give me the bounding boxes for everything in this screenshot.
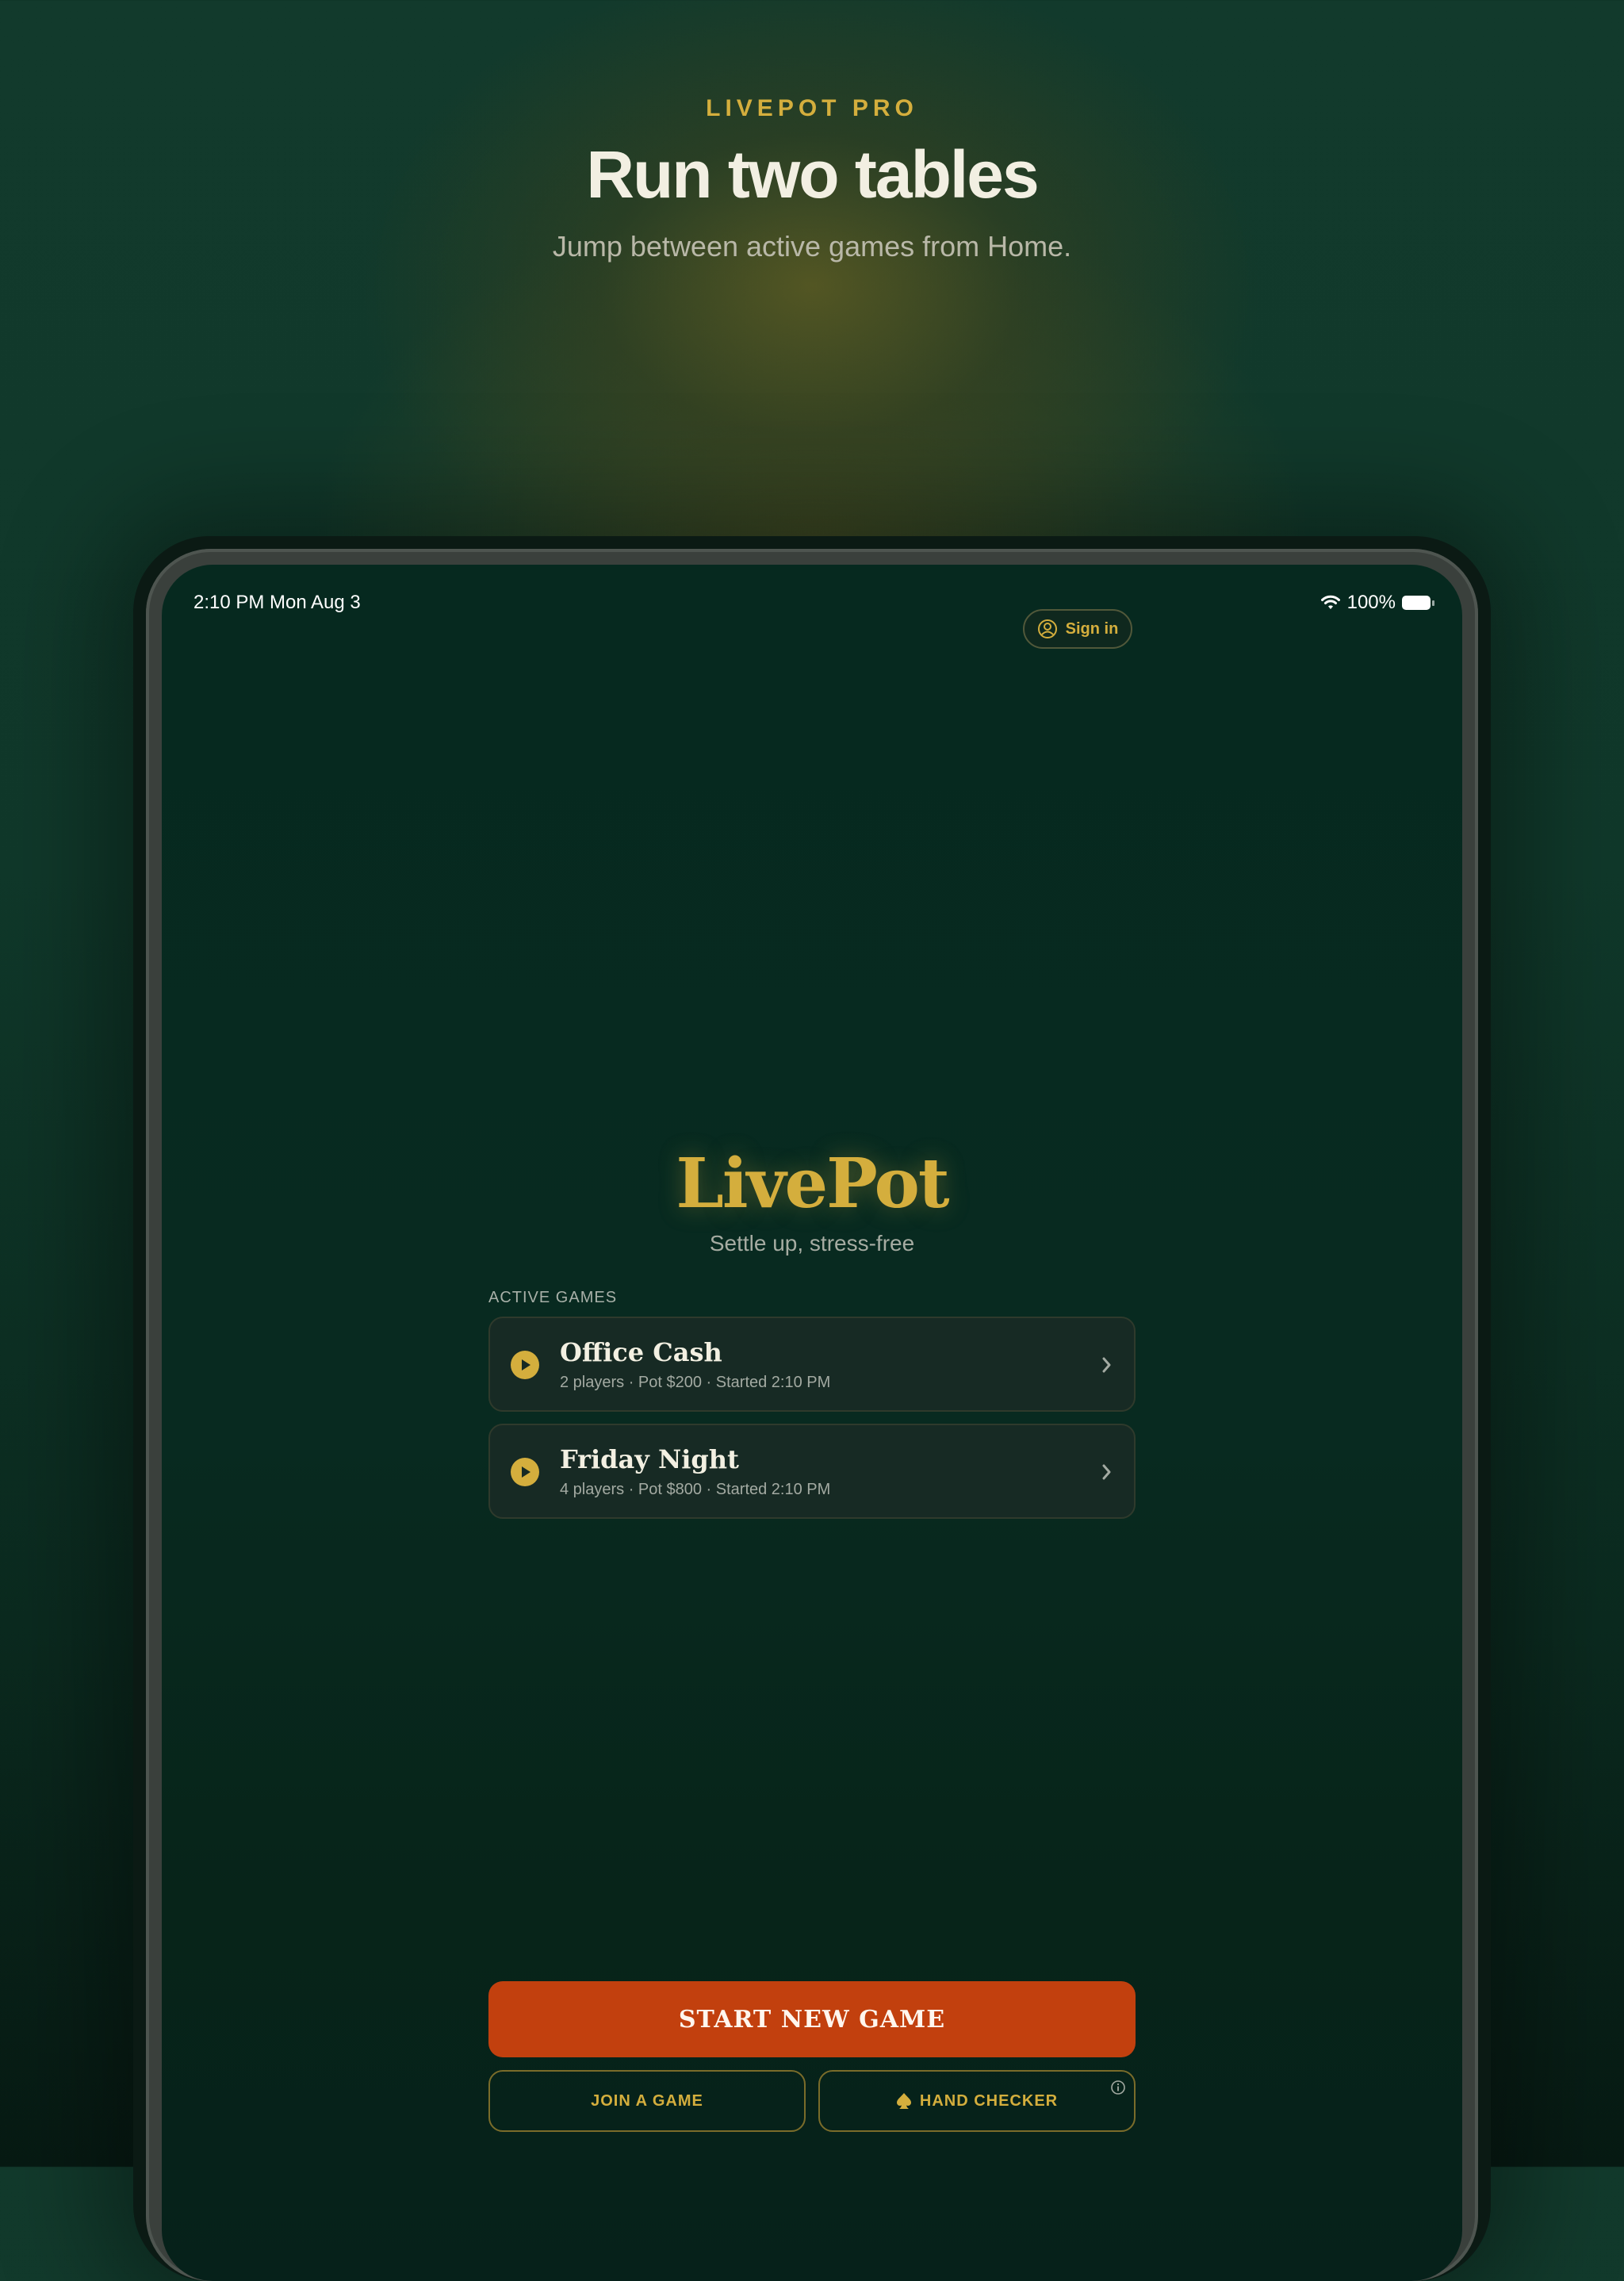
- promo-headline: Run two tables: [586, 137, 1039, 212]
- game-name: Office Cash: [560, 1337, 722, 1367]
- battery-percent: 100%: [1346, 592, 1396, 613]
- game-meta: 2 players · Pot $200 · Started 2:10 PM: [560, 1374, 831, 1391]
- info-icon[interactable]: [1110, 2080, 1126, 2095]
- device-bezel: 2:10 PM Mon Aug 3 100% Sign in LivePot S…: [146, 549, 1478, 2281]
- game-meta: 4 players · Pot $800 · Started 2:10 PM: [560, 1481, 831, 1498]
- promo-eyebrow: LIVEPOT PRO: [706, 95, 918, 121]
- promo-subhead: Jump between active games from Home.: [552, 230, 1072, 263]
- join-game-label: JOIN A GAME: [591, 2091, 703, 2110]
- hand-checker-label: HAND CHECKER: [919, 2091, 1059, 2110]
- play-icon: [511, 1351, 539, 1379]
- game-name: Friday Night: [560, 1444, 739, 1474]
- status-time: 2:10 PM: [193, 592, 265, 613]
- chevron-right-icon: [1102, 1464, 1111, 1480]
- tablet-device-frame: 2:10 PM Mon Aug 3 100% Sign in LivePot S…: [133, 536, 1491, 2281]
- game-card-office-cash[interactable]: Office Cash 2 players · Pot $200 · Start…: [488, 1317, 1136, 1412]
- join-game-button[interactable]: JOIN A GAME: [488, 2070, 806, 2132]
- start-new-game-button[interactable]: START NEW GAME: [488, 1981, 1136, 2057]
- wifi-icon: [1320, 595, 1340, 609]
- play-icon: [511, 1458, 539, 1486]
- app-screen: 2:10 PM Mon Aug 3 100% Sign in LivePot S…: [162, 565, 1462, 2281]
- active-games-heading: ACTIVE GAMES: [488, 1289, 618, 1306]
- hand-checker-button[interactable]: HAND CHECKER: [818, 2070, 1136, 2132]
- status-date: Mon Aug 3: [270, 592, 361, 613]
- spade-icon: [896, 2093, 911, 2109]
- battery-icon: [1402, 596, 1434, 610]
- chevron-right-icon: [1102, 1357, 1111, 1373]
- status-right: 100%: [1320, 592, 1434, 614]
- status-bar: 2:10 PM Mon Aug 3 100%: [162, 592, 1462, 623]
- sign-in-button[interactable]: Sign in: [1023, 609, 1132, 649]
- user-circle-icon: [1037, 619, 1057, 638]
- app-logo-wordmark: LivePot: [676, 1144, 949, 1224]
- app-tagline: Settle up, stress-free: [709, 1231, 915, 1256]
- sign-in-label: Sign in: [1065, 619, 1119, 638]
- game-card-friday-night[interactable]: Friday Night 4 players · Pot $800 · Star…: [488, 1424, 1136, 1519]
